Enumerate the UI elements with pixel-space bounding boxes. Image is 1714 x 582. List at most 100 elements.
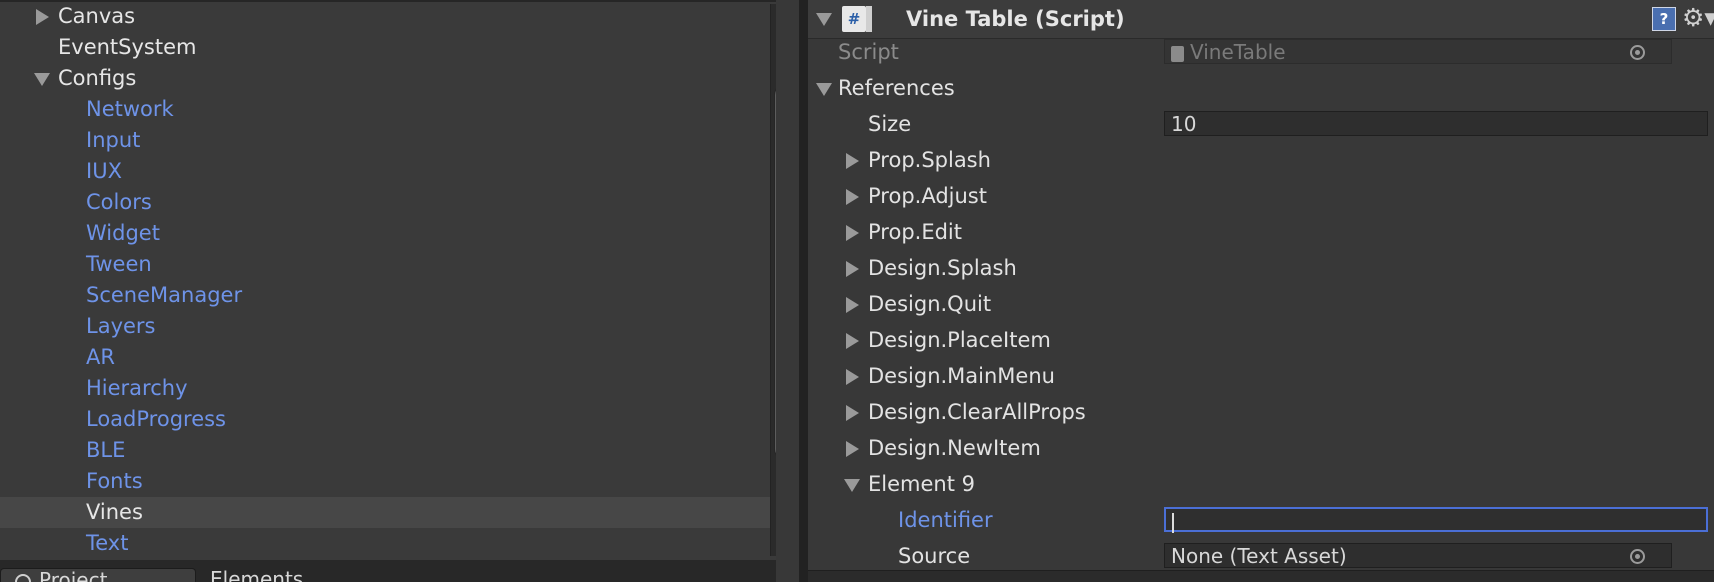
hierarchy-item-network[interactable]: Network [0,94,770,125]
hierarchy-item-label: Hierarchy [86,376,188,400]
collapse-arrow-icon[interactable] [844,479,860,492]
element-row-6[interactable]: Design.MainMenu [808,360,1714,393]
size-row: Size 10 [808,108,1714,141]
source-row: Source None (Text Asset) [808,540,1714,573]
expand-arrow-icon[interactable] [846,333,859,349]
hierarchy-item-label: AR [86,345,115,369]
script-file-icon [1171,45,1184,62]
expand-arrow-icon[interactable] [846,369,859,385]
element-row-4[interactable]: Design.Quit [808,288,1714,321]
expand-arrow-icon[interactable] [846,153,859,169]
element-label: Prop.Splash [868,148,991,172]
size-value: 10 [1171,112,1197,136]
element-label: Design.Splash [868,256,1017,280]
hierarchy-item-label: SceneManager [86,283,243,307]
hierarchy-item-vines[interactable]: Vines [0,497,770,528]
element-label: Element 9 [868,472,975,496]
hierarchy-item-label: Canvas [58,4,136,28]
hierarchy-item-loadprogress[interactable]: LoadProgress [0,404,770,435]
hierarchy-item-colors[interactable]: Colors [0,187,770,218]
hierarchy-item-label: IUX [86,159,122,183]
hierarchy-item-layers[interactable]: Layers [0,311,770,342]
hierarchy-item-label: Configs [58,66,137,90]
element-label: Prop.Adjust [868,184,987,208]
identifier-row: Identifier [808,504,1714,537]
inspector-panel: # Vine Table (Script) ? ⚙▾ Script VineTa… [808,0,1714,582]
tab-label: Project [39,568,108,582]
help-icon[interactable]: ? [1652,7,1676,31]
project-icon [15,573,31,582]
tab-project[interactable]: Project [0,568,196,582]
hierarchy-item-label: Colors [86,190,152,214]
csharp-script-icon: # [842,6,872,32]
element-label: Design.NewItem [868,436,1041,460]
hierarchy-item-canvas[interactable]: Canvas [0,1,770,32]
element-row-2[interactable]: Prop.Edit [808,216,1714,249]
expand-arrow-icon[interactable] [846,297,859,313]
hierarchy-item-scenemanager[interactable]: SceneManager [0,280,770,311]
tab-label: Elements [210,567,304,582]
element-label: Design.ClearAllProps [868,400,1086,424]
expand-arrow-icon[interactable] [846,225,859,241]
hierarchy-item-tween[interactable]: Tween [0,249,770,280]
scrollbar-thumb[interactable] [774,84,776,460]
hierarchy-panel: Canvas EventSystem Configs Network Input… [0,0,776,582]
script-field: VineTable [1164,39,1672,64]
element-row-8[interactable]: Design.NewItem [808,432,1714,465]
element-label: Design.MainMenu [868,364,1055,388]
object-picker-icon[interactable] [1630,549,1645,564]
hierarchy-item-label: Network [86,97,174,121]
hierarchy-item-eventsystem[interactable]: EventSystem [0,32,770,63]
gear-icon[interactable]: ⚙▾ [1682,2,1714,34]
hierarchy-item-hierarchy[interactable]: Hierarchy [0,373,770,404]
size-label: Size [868,112,912,136]
hierarchy-item-label: Text [86,531,129,555]
hierarchy-item-ble[interactable]: BLE [0,435,770,466]
component-header[interactable]: # Vine Table (Script) ? ⚙▾ [808,0,1714,39]
hierarchy-item-label: Vines [86,500,143,524]
expand-arrow-icon[interactable] [846,261,859,277]
hierarchy-scrollbar[interactable] [770,4,776,556]
hierarchy-item-label: LoadProgress [86,407,226,431]
hierarchy-item-text[interactable]: Text [0,528,770,559]
expand-arrow-icon[interactable] [846,441,859,457]
collapse-arrow-icon[interactable] [816,13,832,26]
element-row-7[interactable]: Design.ClearAllProps [808,396,1714,429]
hierarchy-item-ar[interactable]: AR [0,342,770,373]
component-title: Vine Table (Script) [906,7,1125,31]
hierarchy-item-fonts[interactable]: Fonts [0,466,770,497]
hierarchy-item-iux[interactable]: IUX [0,156,770,187]
element-row-0[interactable]: Prop.Splash [808,144,1714,177]
size-input[interactable]: 10 [1164,111,1708,136]
hierarchy-item-label: Tween [86,252,152,276]
element-label: Prop.Edit [868,220,962,244]
hierarchy-item-widget[interactable]: Widget [0,218,770,249]
expand-arrow-icon[interactable] [36,9,49,25]
hierarchy-item-label: Layers [86,314,156,338]
collapse-arrow-icon[interactable] [34,73,50,86]
element-row-5[interactable]: Design.PlaceItem [808,324,1714,357]
tab-elements[interactable]: Elements [196,568,303,582]
expand-arrow-icon[interactable] [846,405,859,421]
element-row-3[interactable]: Design.Splash [808,252,1714,285]
script-value: VineTable [1190,40,1286,64]
collapse-arrow-icon[interactable] [816,83,832,96]
identifier-label: Identifier [898,508,993,532]
text-caret [1172,512,1174,533]
panel-divider[interactable] [799,0,808,582]
element-label: Design.Quit [868,292,992,316]
hierarchy-item-input[interactable]: Input [0,125,770,156]
element-row-1[interactable]: Prop.Adjust [808,180,1714,213]
script-row: Script VineTable [808,36,1714,69]
expand-arrow-icon[interactable] [846,189,859,205]
source-label: Source [898,544,971,568]
hierarchy-item-label: Widget [86,221,160,245]
hierarchy-item-label: EventSystem [58,35,197,59]
references-row[interactable]: References [808,72,1714,105]
object-picker-icon[interactable] [1630,45,1645,60]
source-field[interactable]: None (Text Asset) [1164,543,1672,568]
element-row-9[interactable]: Element 9 [808,468,1714,501]
identifier-input[interactable] [1164,507,1708,533]
hierarchy-item-configs[interactable]: Configs [0,63,770,94]
hierarchy-item-label: Fonts [86,469,143,493]
